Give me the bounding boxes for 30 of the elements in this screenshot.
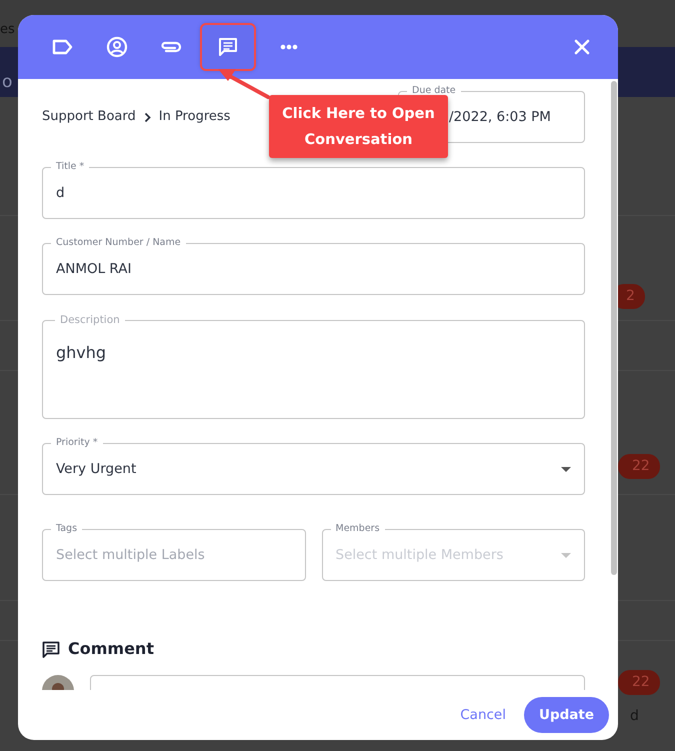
callout-tooltip: Click Here to Open Conversation	[269, 95, 448, 158]
breadcrumb-link[interactable]: Support Board	[42, 107, 136, 127]
field-value: /2022, 6:03 PM	[449, 108, 551, 127]
account-icon	[106, 36, 128, 58]
update-button[interactable]: Update	[524, 696, 609, 734]
field-value: d	[56, 184, 65, 203]
cancel-button[interactable]: Cancel	[460, 704, 506, 726]
caret-icon	[561, 466, 571, 472]
label-icon	[52, 39, 74, 55]
section-heading: Comment	[68, 638, 154, 660]
more-icon	[280, 44, 298, 50]
chevron-icon	[144, 112, 151, 122]
field-value: ANMOL RAI	[56, 260, 132, 279]
status-badge: 22	[618, 454, 660, 479]
breadcrumb-link[interactable]: In Progress	[158, 107, 230, 127]
banner-text: o	[2, 71, 12, 94]
comment-icon	[217, 36, 239, 58]
paperclip-icon	[160, 40, 182, 54]
field-label: Description	[55, 313, 125, 327]
pointer-arrow	[218, 69, 270, 99]
scrollbar[interactable]	[611, 81, 617, 575]
placeholder-text: Select multiple Labels	[56, 546, 205, 565]
field-label: Priority *	[51, 436, 103, 450]
field-value: Very Urgent	[56, 460, 136, 479]
caret-icon	[561, 552, 571, 558]
toolbar-button[interactable]	[202, 25, 254, 69]
field-value: ghvhg	[56, 342, 106, 364]
comment-icon	[42, 640, 60, 658]
field-label: Tags	[51, 522, 82, 536]
status-badge: 22	[618, 670, 660, 695]
